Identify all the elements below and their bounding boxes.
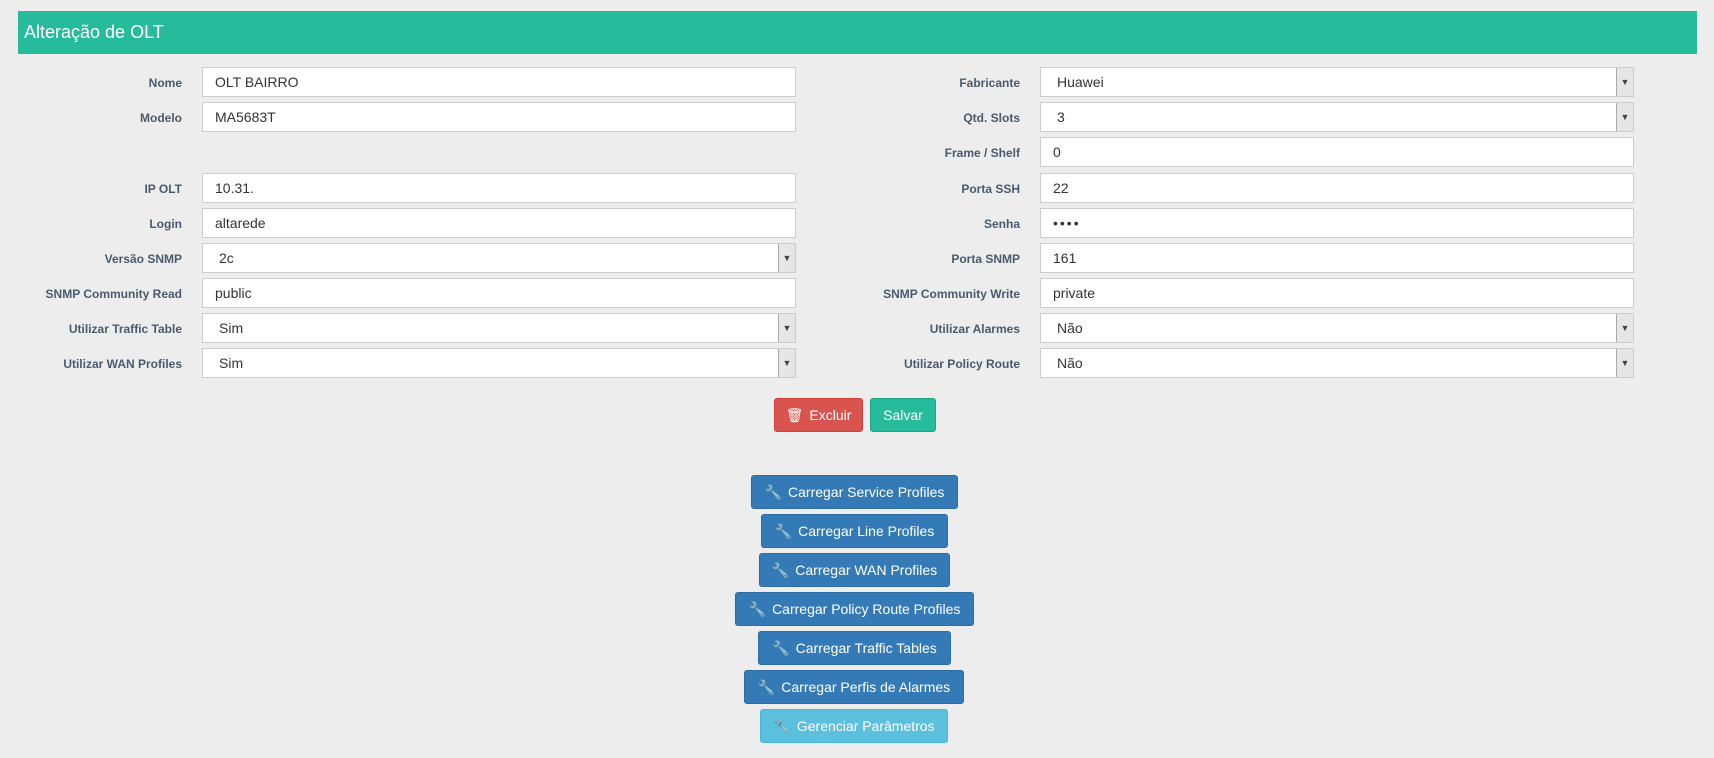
load-traffic-tables-label: Carregar Traffic Tables xyxy=(795,640,937,656)
snmp-read-label: SNMP Community Read xyxy=(45,287,182,301)
wrench-icon: 🔧 xyxy=(771,562,790,578)
chevron-down-icon: ▼ xyxy=(778,244,795,272)
load-service-profiles-button[interactable]: 🔧 Carregar Service Profiles xyxy=(751,475,958,509)
login-input[interactable]: altarede xyxy=(202,208,796,238)
load-wan-profiles-label: Carregar WAN Profiles xyxy=(795,562,938,578)
trash-icon: 🗑 xyxy=(785,407,804,423)
wrench-icon: 🔧 xyxy=(772,640,790,656)
load-policy-route-profiles-label: Carregar Policy Route Profiles xyxy=(772,601,961,617)
load-policy-route-profiles-button[interactable]: 🔧 Carregar Policy Route Profiles xyxy=(735,592,974,626)
frame-shelf-input[interactable]: 0 xyxy=(1040,137,1634,167)
excluir-button[interactable]: 🗑 Excluir xyxy=(774,398,863,432)
fabricante-value: Huawei xyxy=(1057,74,1104,90)
modelo-label: Modelo xyxy=(140,111,182,125)
porta-snmp-label: Porta SNMP xyxy=(951,252,1020,266)
senha-label: Senha xyxy=(983,217,1020,231)
salvar-label: Salvar xyxy=(883,407,923,423)
wan-profiles-value: Sim xyxy=(219,355,244,371)
excluir-label: Excluir xyxy=(809,407,852,423)
chevron-down-icon: ▼ xyxy=(1616,68,1633,96)
fabricante-select[interactable]: Huawei ▼ xyxy=(1040,67,1634,97)
wrench-icon: 🔧 xyxy=(773,718,791,734)
load-wan-profiles-button[interactable]: 🔧 Carregar WAN Profiles xyxy=(759,553,950,587)
load-service-profiles-label: Carregar Service Profiles xyxy=(788,484,945,500)
alarmes-value: Não xyxy=(1057,320,1083,336)
traffic-table-label: Utilizar Traffic Table xyxy=(68,322,182,336)
policy-route-value: Não xyxy=(1057,355,1083,371)
chevron-down-icon: ▼ xyxy=(1616,103,1633,131)
wrench-icon: 🔧 xyxy=(748,601,767,617)
alarmes-label: Utilizar Alarmes xyxy=(929,322,1020,336)
page-title: Alteração de OLT xyxy=(18,11,1697,54)
wrench-icon: 🔧 xyxy=(757,679,776,695)
porta-ssh-label: Porta SSH xyxy=(961,182,1020,196)
wan-profiles-label: Utilizar WAN Profiles xyxy=(63,357,182,371)
nome-input[interactable]: OLT BAIRRO xyxy=(202,67,796,97)
alarmes-select[interactable]: Não ▼ xyxy=(1040,313,1634,343)
policy-route-label: Utilizar Policy Route xyxy=(903,357,1020,371)
chevron-down-icon: ▼ xyxy=(778,314,795,342)
wrench-icon: 🔧 xyxy=(774,523,793,539)
qtd-slots-label: Qtd. Slots xyxy=(963,111,1020,125)
snmp-write-label: SNMP Community Write xyxy=(883,287,1020,301)
traffic-table-select[interactable]: Sim ▼ xyxy=(202,313,796,343)
versao-snmp-label: Versão SNMP xyxy=(104,252,182,266)
chevron-down-icon: ▼ xyxy=(778,349,795,377)
ip-olt-input[interactable]: 10.31. xyxy=(202,173,796,203)
fabricante-label: Fabricante xyxy=(959,76,1020,90)
porta-snmp-input[interactable]: 161 xyxy=(1040,243,1634,273)
load-alarm-profiles-button[interactable]: 🔧 Carregar Perfis de Alarmes xyxy=(744,670,964,704)
modelo-input[interactable]: MA5683T xyxy=(202,102,796,132)
ip-olt-label: IP OLT xyxy=(144,182,182,196)
snmp-read-input[interactable]: public xyxy=(202,278,796,308)
policy-route-select[interactable]: Não ▼ xyxy=(1040,348,1634,378)
frame-shelf-label: Frame / Shelf xyxy=(944,146,1020,160)
versao-snmp-value: 2c xyxy=(219,250,234,266)
load-line-profiles-label: Carregar Line Profiles xyxy=(798,523,935,539)
snmp-write-input[interactable]: private xyxy=(1040,278,1634,308)
porta-ssh-input[interactable]: 22 xyxy=(1040,173,1634,203)
traffic-table-value: Sim xyxy=(219,320,244,336)
load-alarm-profiles-label: Carregar Perfis de Alarmes xyxy=(781,679,951,695)
load-line-profiles-button[interactable]: 🔧 Carregar Line Profiles xyxy=(761,514,948,548)
qtd-slots-select[interactable]: 3 ▼ xyxy=(1040,102,1634,132)
manage-parameters-label: Gerenciar Parâmetros xyxy=(796,718,935,734)
versao-snmp-select[interactable]: 2c ▼ xyxy=(202,243,796,273)
qtd-slots-value: 3 xyxy=(1057,109,1065,125)
login-label: Login xyxy=(149,217,182,231)
senha-input[interactable]: •••• xyxy=(1040,208,1634,238)
chevron-down-icon: ▼ xyxy=(1616,314,1633,342)
load-traffic-tables-button[interactable]: 🔧 Carregar Traffic Tables xyxy=(758,631,951,665)
nome-label: Nome xyxy=(148,76,182,90)
wrench-icon: 🔧 xyxy=(764,484,783,500)
salvar-button[interactable]: Salvar xyxy=(870,398,936,432)
manage-parameters-button[interactable]: 🔧 Gerenciar Parâmetros xyxy=(760,709,948,743)
wan-profiles-select[interactable]: Sim ▼ xyxy=(202,348,796,378)
chevron-down-icon: ▼ xyxy=(1616,349,1633,377)
